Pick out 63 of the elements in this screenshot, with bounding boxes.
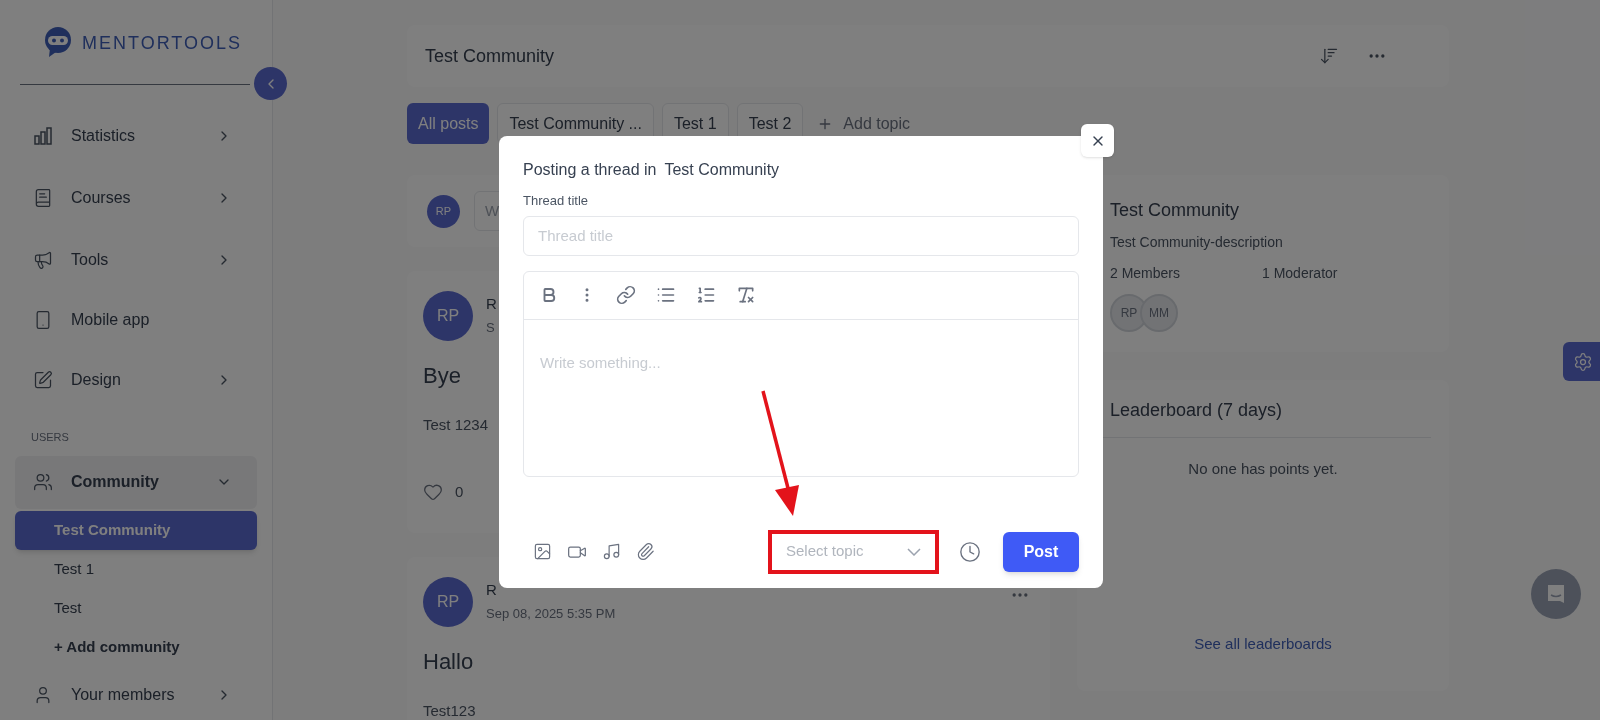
add-topic-button[interactable]: Add topic — [817, 111, 911, 136]
image-icon[interactable] — [533, 542, 552, 561]
empty-message: No one has points yet. — [1188, 459, 1338, 479]
logo-text: MENTORTOOLS — [82, 32, 243, 55]
sidebar-item[interactable]: Tools — [0, 229, 272, 291]
dialog-heading: Posting a thread in — [523, 160, 657, 180]
chevron-down-icon — [907, 547, 921, 556]
sidebar-item[interactable]: Statistics — [0, 105, 272, 167]
topic-select[interactable]: Select topic — [768, 529, 939, 574]
megaphone-icon — [33, 250, 53, 270]
leaderboard-title: Leaderboard (7 days) — [1109, 399, 1283, 422]
settings-icon — [1573, 351, 1593, 372]
avatar: RP — [423, 577, 473, 627]
page-title: Test Community — [425, 44, 556, 68]
pen-icon — [33, 370, 53, 390]
section-label: USERS — [30, 430, 70, 445]
post-body: Test123 — [423, 701, 476, 720]
chat-icon — [1545, 583, 1567, 605]
field-label: Thread title — [523, 192, 589, 210]
like-count: 0 — [455, 481, 464, 502]
paperclip-icon[interactable] — [636, 542, 655, 561]
community-description: Test Community-description — [1110, 233, 1283, 252]
post-button[interactable]: Post — [1003, 531, 1079, 572]
post-author: R — [486, 294, 497, 314]
community-name: Test Community — [664, 160, 780, 180]
community-title: Test Community — [1110, 199, 1240, 222]
avatar: RP — [427, 194, 460, 228]
editor-placeholder: Write something... — [539, 352, 661, 373]
book-icon — [33, 188, 53, 208]
numbered-list-icon[interactable] — [696, 285, 716, 305]
post-title: Bye — [423, 362, 461, 390]
link-icon[interactable] — [616, 285, 636, 305]
sidebar-item[interactable]: Your members — [0, 666, 272, 720]
post-author: R — [486, 580, 497, 600]
add-community-link[interactable]: + Add community — [15, 627, 257, 667]
sidebar-item[interactable]: Community — [15, 455, 257, 509]
moderators-count: 1 Moderator — [1262, 264, 1338, 283]
sort-icon[interactable] — [1319, 46, 1339, 66]
sidebar-item[interactable]: Design — [0, 349, 272, 411]
sidebar-item[interactable]: Mobile app — [0, 291, 272, 349]
clear-format-icon[interactable] — [736, 285, 756, 305]
robot-logo-icon — [42, 26, 74, 58]
member-avatar: MM — [1140, 294, 1178, 332]
sidebar-subitem[interactable]: Test — [15, 588, 257, 628]
bullet-list-icon[interactable] — [656, 285, 676, 305]
post-title: Hallo — [423, 648, 474, 676]
see-all-link[interactable]: See all leaderboards — [1194, 632, 1332, 655]
members-count: 2 Members — [1110, 264, 1182, 283]
post-date: Sep 08, 2025 5:35 PM — [486, 604, 616, 623]
users-icon — [33, 472, 53, 492]
post-date: S — [486, 318, 495, 337]
sidebar-subitem[interactable]: Test Community — [15, 510, 257, 550]
settings-tab[interactable] — [1563, 342, 1600, 381]
clock-icon[interactable] — [959, 540, 981, 563]
thread-title-field[interactable]: Thread title — [523, 215, 1079, 256]
avatar: RP — [423, 291, 473, 341]
music-icon[interactable] — [602, 542, 621, 561]
close-button[interactable] — [1081, 124, 1114, 157]
sidebar-subitem[interactable]: Test 1 — [15, 549, 257, 589]
topic-tab[interactable]: All posts — [407, 103, 490, 144]
bar-chart-icon — [33, 126, 53, 146]
post-body: Test 1234 — [423, 415, 489, 435]
sidebar-item[interactable]: Courses — [0, 167, 272, 229]
